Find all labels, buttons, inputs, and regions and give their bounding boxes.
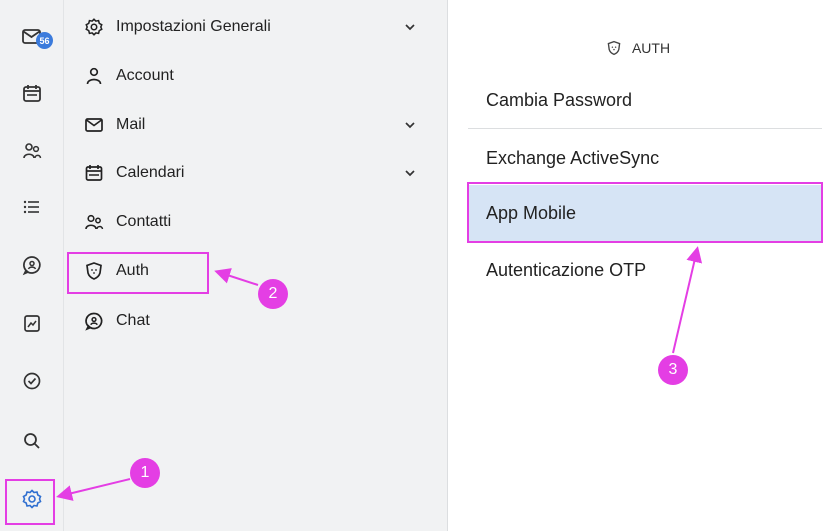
auth-panel-header: AUTH — [448, 36, 828, 60]
option-cambia-password[interactable]: Cambia Password — [468, 72, 822, 128]
mail-icon — [84, 115, 104, 135]
files-icon[interactable] — [21, 312, 43, 334]
menu-item-calendari[interactable]: Calendari — [84, 158, 424, 188]
icon-rail: 56 — [0, 0, 64, 531]
chevron-down-icon[interactable] — [404, 119, 416, 131]
menu-item-impostazioni-generali[interactable]: Impostazioni Generali — [84, 12, 424, 42]
divider — [468, 128, 822, 129]
unread-badge: 56 — [36, 32, 53, 49]
contacts-icon[interactable] — [21, 140, 43, 162]
person-icon — [84, 66, 104, 86]
menu-item-contatti[interactable]: Contatti — [84, 207, 424, 237]
auth-panel: AUTH Cambia Password Exchange ActiveSync… — [448, 0, 828, 531]
step-badge-3: 3 — [658, 355, 688, 385]
gear-icon — [84, 17, 104, 37]
menu-item-chat[interactable]: Chat — [84, 306, 424, 336]
list-icon[interactable] — [21, 196, 43, 218]
auth-panel-title: AUTH — [631, 40, 671, 56]
menu-item-mail[interactable]: Mail — [84, 110, 424, 140]
menu-item-label: Impostazioni Generali — [116, 18, 271, 35]
highlight-settings — [5, 479, 55, 525]
menu-item-account[interactable]: Account — [84, 61, 424, 91]
option-autenticazione-otp[interactable]: Autenticazione OTP — [468, 242, 822, 298]
step-badge-1: 1 — [130, 458, 160, 488]
menu-item-label: Chat — [116, 312, 150, 329]
chevron-down-icon[interactable] — [404, 21, 416, 33]
option-label: Exchange ActiveSync — [486, 147, 660, 168]
search-icon[interactable] — [21, 430, 43, 452]
menu-item-label: Account — [116, 67, 174, 84]
shield-icon — [607, 40, 621, 56]
menu-item-label: Contatti — [116, 213, 172, 230]
tasks-icon[interactable] — [21, 370, 43, 392]
menu-item-label: Calendari — [116, 164, 185, 181]
highlight-auth — [67, 252, 209, 294]
menu-item-label: Mail — [116, 116, 146, 133]
chat-icon — [84, 311, 104, 331]
chevron-down-icon[interactable] — [404, 167, 416, 179]
highlight-app-mobile — [467, 182, 823, 243]
option-exchange-activesync[interactable]: Exchange ActiveSync — [468, 130, 822, 186]
calendar-icon[interactable] — [21, 82, 43, 104]
option-label: Cambia Password — [486, 89, 633, 110]
step-badge-2: 2 — [258, 279, 288, 309]
contacts-icon — [84, 212, 104, 232]
chat-icon[interactable] — [21, 254, 43, 276]
option-label: Autenticazione OTP — [486, 259, 647, 280]
calendar-icon — [84, 163, 104, 183]
